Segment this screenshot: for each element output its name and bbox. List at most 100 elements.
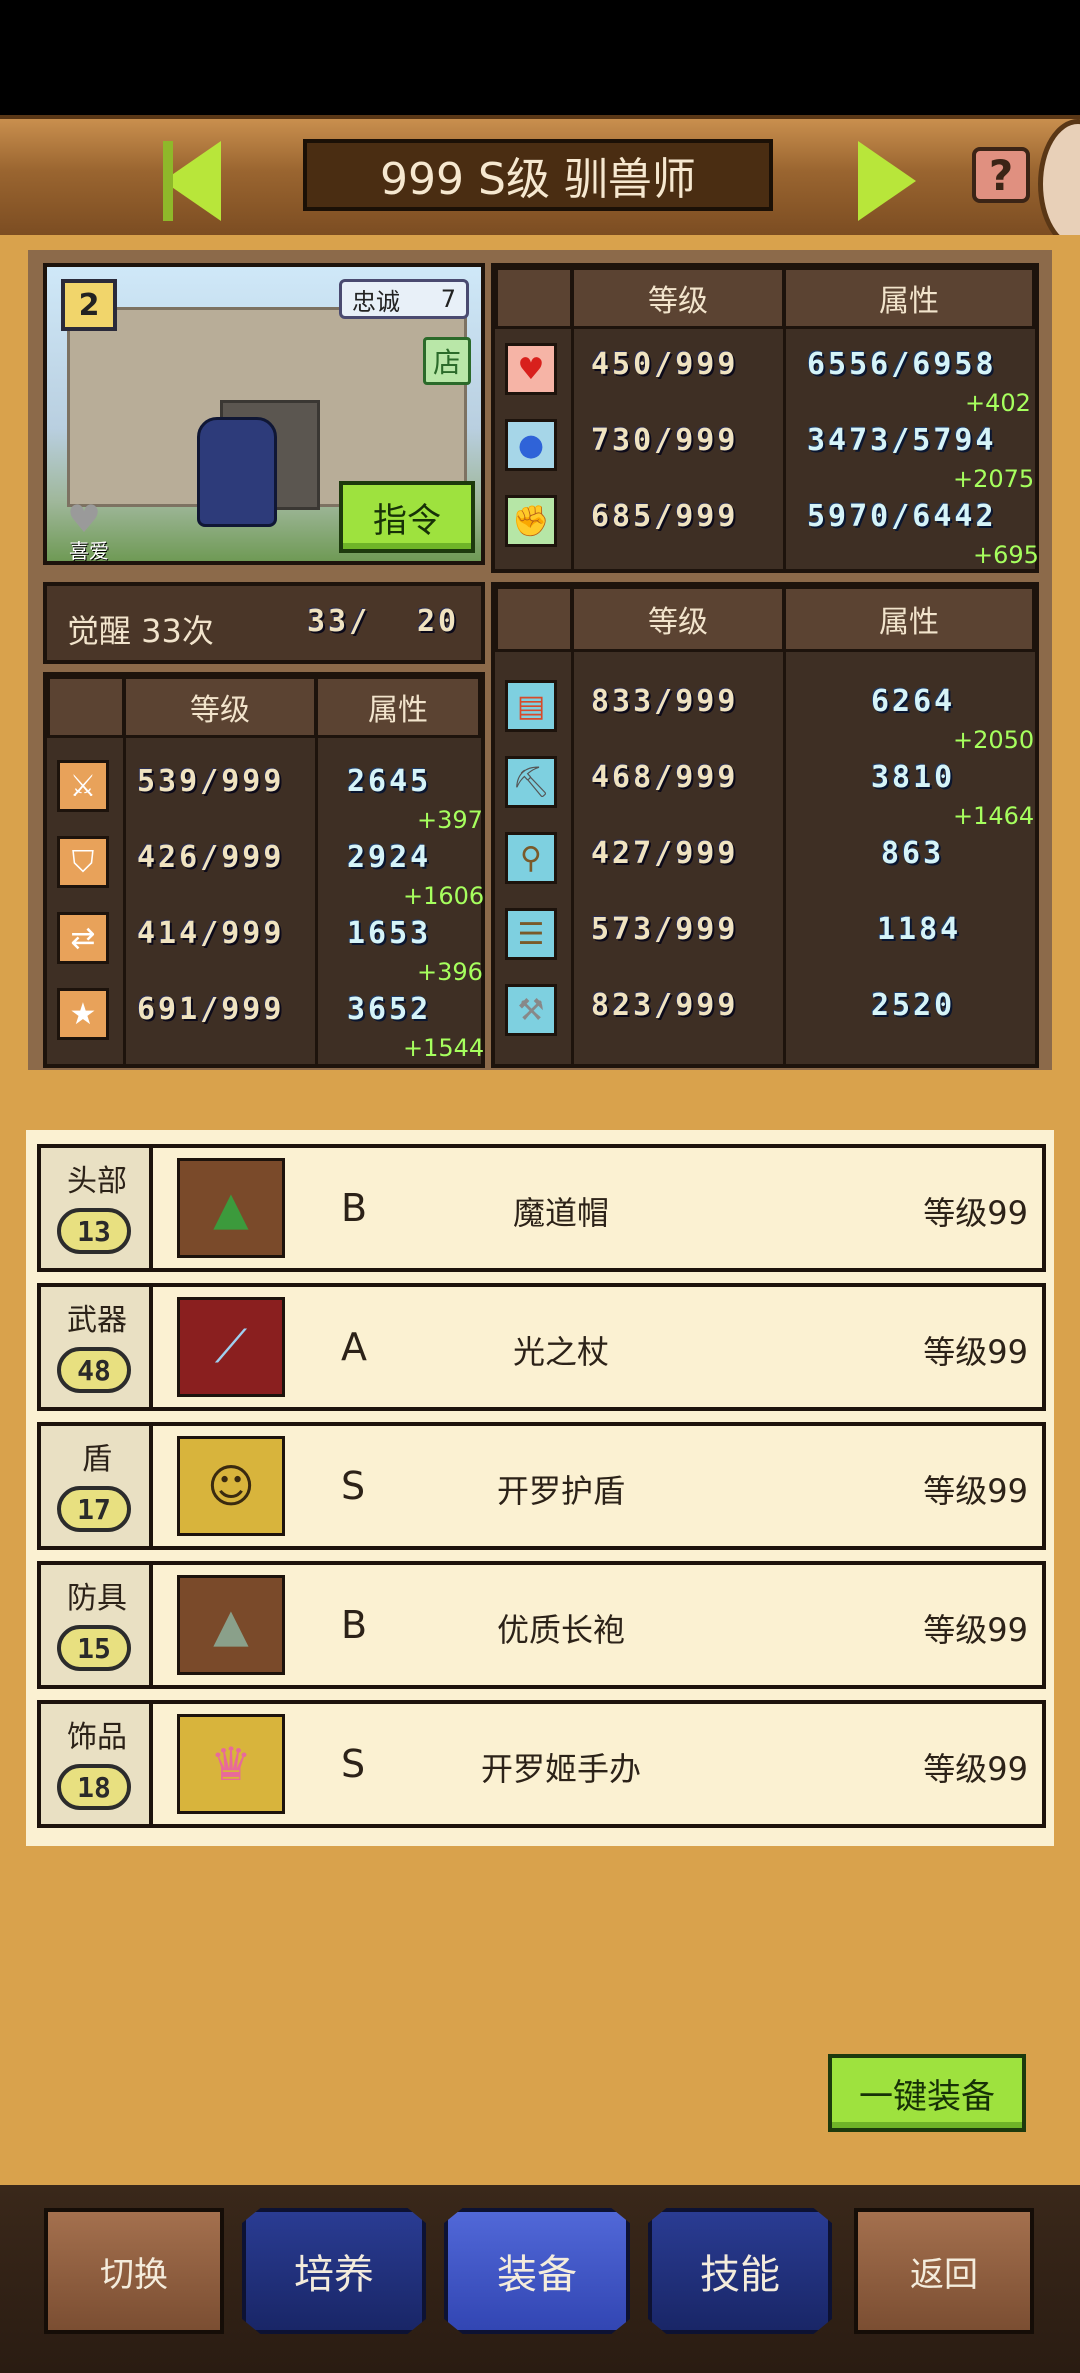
table-cell-bonus: +397 [417, 806, 483, 834]
slot-name: 饰品 [67, 1720, 127, 1755]
slot-level-badge: 15 [57, 1625, 131, 1671]
table-cell-level: 823/999 [591, 988, 739, 1023]
header-attr: 属性 [783, 586, 1035, 652]
shop-icon[interactable]: 店 [423, 337, 471, 385]
switch-button[interactable]: 切换 [44, 2208, 224, 2334]
character-portrait: 2 忠诚 7 店 ♥ 喜爱 指令 [43, 263, 485, 565]
equipment-row-weapon[interactable]: 武器 48 ⟋ A 光之杖 等级99 [37, 1283, 1046, 1411]
table-header-blank [47, 676, 125, 738]
table-cell-attr: 2645 [347, 764, 432, 799]
slot-level-badge: 17 [57, 1486, 131, 1532]
one-click-equip-button[interactable]: 一键装备 [828, 2054, 1026, 2132]
table-cell-level: 414/999 [137, 916, 285, 951]
table-cell-attr: 1653 [347, 916, 432, 951]
staff-icon: ⟋ [177, 1297, 285, 1397]
equipment-grade: A [341, 1325, 367, 1369]
mana-potion-icon: ● [505, 419, 557, 471]
back-button[interactable]: 返回 [854, 2208, 1034, 2334]
rank-badge: 2 [61, 279, 117, 331]
table-cell-attr: 5970/6442 [807, 499, 997, 534]
table-cell-level: 427/999 [591, 836, 739, 871]
sword-icon: ⚔ [57, 760, 109, 812]
slot-label: 防具 15 [41, 1565, 153, 1685]
table-cell-level: 539/999 [137, 764, 285, 799]
anvil-icon: ☰ [505, 908, 557, 960]
star-icon: ★ [57, 988, 109, 1040]
equipment-grade: B [341, 1603, 368, 1647]
heart-icon: ♥ [505, 343, 557, 395]
equipment-list: 头部 13 ▲ B 魔道帽 等级99 武器 48 ⟋ A 光之杖 等级99 盾 … [26, 1130, 1054, 1846]
table-cell-level: 468/999 [591, 760, 739, 795]
loyalty-value: 7 [440, 285, 456, 313]
equipment-row-accessory[interactable]: 饰品 18 ♛ S 开罗姬手办 等级99 [37, 1700, 1046, 1828]
equipment-level: 等级99 [923, 1333, 1028, 1371]
equipment-level: 等级99 [923, 1750, 1028, 1788]
train-tab[interactable]: 培养 [242, 2208, 426, 2334]
awaken-current: 33/ [307, 604, 371, 639]
table-cell-level: 426/999 [137, 840, 285, 875]
table-cell-level: 833/999 [591, 684, 739, 719]
equipment-level: 等级99 [923, 1611, 1028, 1649]
equipment-name: 开罗姬手办 [480, 1750, 641, 1788]
kairo-shield-icon: ☺ [177, 1436, 285, 1536]
slot-label: 盾 17 [41, 1426, 153, 1546]
table-cell-bonus: +1464 [953, 802, 1035, 830]
table-cell-attr: 3652 [347, 992, 432, 1027]
header-level: 等级 [571, 267, 785, 329]
table-header-blank [495, 267, 573, 329]
table-cell-level: 691/999 [137, 992, 285, 1027]
slot-name: 头部 [67, 1164, 127, 1199]
loyalty-label: 忠诚 [352, 287, 400, 316]
equipment-row-head[interactable]: 头部 13 ▲ B 魔道帽 等级99 [37, 1144, 1046, 1272]
table-cell-bonus: +1544 [403, 1034, 485, 1062]
awaken-label: 觉醒 33次 [67, 612, 214, 650]
prev-arrow-icon[interactable] [163, 141, 221, 221]
equipment-row-armor[interactable]: 防具 15 ▲ B 优质长袍 等级99 [37, 1561, 1046, 1689]
equipment-level: 等级99 [923, 1472, 1028, 1510]
equipment-row-shield[interactable]: 盾 17 ☺ S 开罗护盾 等级99 [37, 1422, 1046, 1550]
pickaxe-icon: ⛏ [505, 756, 557, 808]
table-cell-attr: 2924 [347, 840, 432, 875]
header-level: 等级 [571, 586, 785, 652]
awaken-row: 觉醒 33次 33/ 20 [43, 582, 485, 664]
stamina-arm-icon: ✊ [505, 495, 557, 547]
equipment-name: 优质长袍 [496, 1611, 625, 1649]
table-cell-attr: 2520 [871, 988, 956, 1023]
slot-label: 饰品 18 [41, 1704, 153, 1824]
equipment-grade: B [341, 1186, 368, 1230]
robe-icon: ▲ [177, 1575, 285, 1675]
slot-level-badge: 18 [57, 1764, 131, 1810]
status-bar-area [0, 0, 1080, 115]
help-button[interactable]: ? [972, 147, 1030, 203]
hammer-icon: ⚒ [505, 984, 557, 1036]
equipment-name: 开罗护盾 [496, 1472, 625, 1510]
table-cell-attr: 863 [881, 836, 945, 871]
skill-tab[interactable]: 技能 [648, 2208, 832, 2334]
character-title: 999 S级 驯兽师 [303, 139, 773, 211]
table-cell-attr: 3473/5794 [807, 423, 997, 458]
shovel-icon: ⚲ [505, 832, 557, 884]
command-button[interactable]: 指令 [339, 481, 475, 553]
equipment-level: 等级99 [923, 1194, 1028, 1232]
slot-level-badge: 13 [57, 1208, 131, 1254]
equip-tab[interactable]: 装备 [444, 2208, 630, 2334]
table-cell-level: 730/999 [591, 423, 739, 458]
slot-label: 武器 48 [41, 1287, 153, 1407]
next-arrow-icon[interactable] [858, 141, 916, 221]
favorite-label: 喜爱 [69, 539, 109, 563]
kairo-figure-icon: ♛ [177, 1714, 285, 1814]
table-cell-attr: 6556/6958 [807, 347, 997, 382]
equipment-name: 光之杖 [512, 1333, 609, 1371]
equipment-name: 魔道帽 [512, 1194, 609, 1232]
work-stats-table: 等级 属性 ▤ 833/999 6264 +2050 ⛏ 468/999 381… [491, 582, 1039, 1068]
slot-level-badge: 48 [57, 1347, 131, 1393]
shield-icon: ⛉ [57, 836, 109, 888]
awaken-max: 20 [417, 604, 460, 639]
character-sprite [197, 417, 277, 527]
avatar [1038, 119, 1080, 249]
table-cell-attr: 1184 [877, 912, 962, 947]
loyalty-badge: 忠诚 7 [339, 279, 469, 319]
table-cell-attr: 6264 [871, 684, 956, 719]
header-attr: 属性 [315, 676, 481, 738]
slot-name: 武器 [67, 1303, 127, 1338]
